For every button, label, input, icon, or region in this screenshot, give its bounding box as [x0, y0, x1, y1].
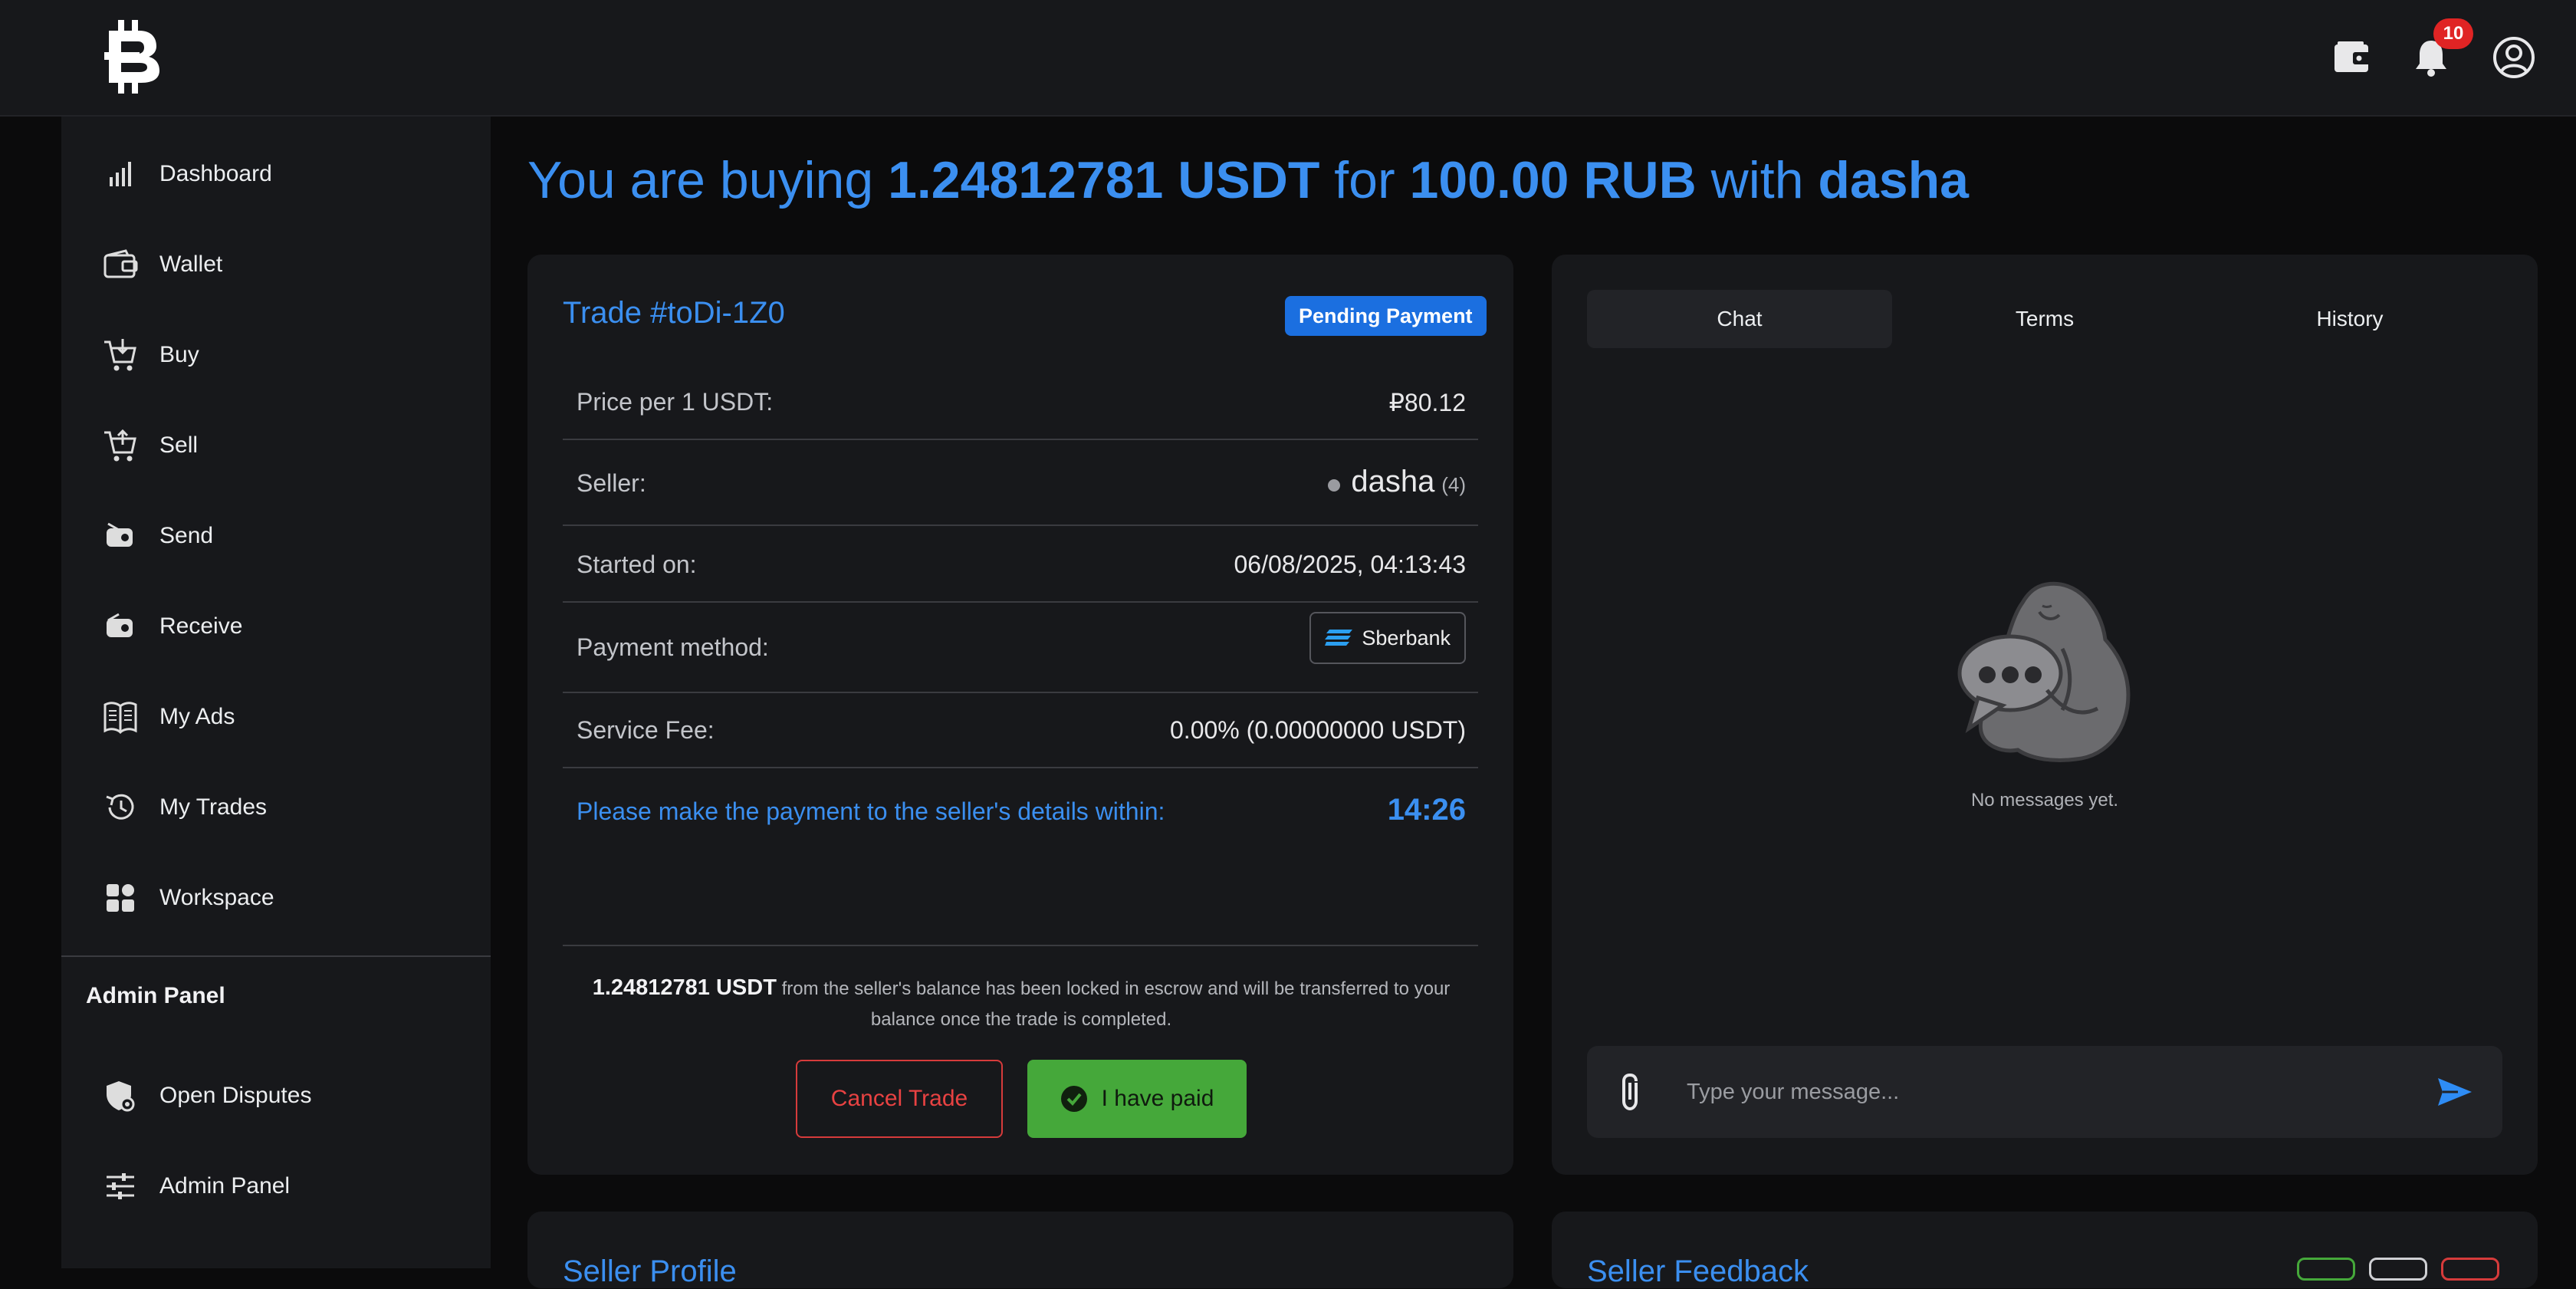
trade-title: Trade #toDi-1Z0 — [563, 296, 785, 330]
account-user-icon[interactable] — [2487, 31, 2541, 84]
sidebar-item-label: Receive — [159, 613, 243, 639]
notifications-count-badge: 10 — [2433, 18, 2473, 49]
admin-panel-heading: Admin Panel — [86, 983, 225, 1008]
sidebar-item-label: Dashboard — [159, 161, 272, 186]
cart-up-icon — [100, 425, 141, 466]
sidebar-item-label: Buy — [159, 342, 199, 367]
seller-value[interactable]: dasha (4) — [1328, 465, 1466, 499]
tab-chat[interactable]: Chat — [1587, 290, 1892, 348]
i-have-paid-button[interactable]: I have paid — [1027, 1060, 1247, 1138]
history-icon — [100, 787, 141, 828]
service-fee-row: Service Fee: 0.00% (0.00000000 USDT) — [563, 693, 1478, 768]
wallet-icon[interactable] — [2326, 31, 2380, 84]
sberbank-logo-icon — [1325, 630, 1353, 646]
heading-crypto-amount: 1.24812781 USDT — [888, 151, 1320, 209]
sidebar-item-label: Workspace — [159, 885, 274, 910]
tab-history[interactable]: History — [2197, 290, 2502, 348]
sidebar-item-buy[interactable]: Buy — [61, 317, 491, 393]
sidebar-item-label: My Ads — [159, 704, 235, 729]
sidebar-item-label: Sell — [159, 432, 199, 458]
started-value: 06/08/2025, 04:13:43 — [1234, 551, 1467, 578]
cancel-trade-button[interactable]: Cancel Trade — [796, 1060, 1003, 1138]
wallet-icon — [100, 244, 141, 285]
sidebar-item-admin-panel[interactable]: Admin Panel — [61, 1148, 491, 1225]
send-money-icon — [100, 515, 141, 557]
send-arrow-icon[interactable] — [2436, 1075, 2473, 1113]
bar-chart-icon — [100, 153, 141, 195]
payment-method-value: Sberbank — [1362, 626, 1451, 649]
shield-gear-icon — [100, 1075, 141, 1116]
price-value: ₽80.12 — [1388, 389, 1466, 416]
price-label: Price per 1 USDT: — [577, 388, 774, 416]
sidebar-item-receive[interactable]: Receive — [61, 588, 491, 665]
sidebar-item-workspace[interactable]: Workspace — [61, 860, 491, 936]
tab-terms[interactable]: Terms — [1892, 290, 2197, 348]
chat-input-bar — [1587, 1046, 2502, 1138]
payment-countdown-label: Please make the payment to the seller's … — [577, 797, 1165, 825]
escrow-text: from the seller's balance has been locke… — [776, 978, 1451, 1030]
i-have-paid-label: I have paid — [1101, 1086, 1214, 1111]
started-label: Started on: — [577, 551, 697, 578]
bitcoin-logo-icon[interactable] — [101, 18, 166, 95]
payment-method-row: Payment method: Sberbank — [563, 603, 1478, 693]
service-fee-value: 0.00% (0.00000000 USDT) — [1170, 716, 1466, 744]
check-circle-icon — [1060, 1086, 1087, 1112]
online-status-dot — [1328, 478, 1341, 492]
sidebar-item-label: My Trades — [159, 794, 268, 820]
page-title: You are buying 1.24812781 USDT for 100.0… — [527, 150, 1969, 210]
price-row: Price per 1 USDT: ₽80.12 — [563, 363, 1478, 440]
service-fee-label: Service Fee: — [577, 716, 715, 744]
feedback-filter-positive[interactable] — [2297, 1258, 2355, 1281]
seller-trade-count: (4) — [1441, 473, 1466, 496]
left-gutter — [0, 117, 61, 1268]
sidebar-item-label: Wallet — [159, 252, 223, 277]
feedback-filter-negative[interactable] — [2441, 1258, 2499, 1281]
receive-money-icon — [100, 606, 141, 647]
chat-message-input[interactable] — [1687, 1069, 2377, 1115]
escrow-divider — [563, 945, 1478, 946]
seller-profile-title: Seller Profile — [563, 1254, 737, 1288]
cart-down-icon — [100, 334, 141, 376]
sidebar-item-label: Send — [159, 523, 214, 548]
chat-tabs: Chat Terms History — [1587, 290, 2502, 348]
heading-for-word: for — [1319, 151, 1410, 209]
seller-name[interactable]: dasha — [1351, 465, 1434, 498]
sidebar-divider — [61, 955, 491, 957]
sidebar-item-my-trades[interactable]: My Trades — [61, 769, 491, 846]
status-badge: Pending Payment — [1285, 296, 1487, 336]
empty-chat-illustration-icon — [1957, 581, 2131, 762]
heading-counterparty: dasha — [1818, 151, 1969, 209]
paperclip-icon[interactable] — [1618, 1072, 1645, 1116]
sidebar-item-open-disputes[interactable]: Open Disputes — [61, 1057, 491, 1134]
heading-prefix: You are buying — [527, 151, 889, 209]
top-bar: 10 — [0, 0, 2576, 117]
sidebar-item-label: Admin Panel — [159, 1173, 291, 1199]
escrow-amount: 1.24812781 USDT — [592, 975, 777, 1000]
payment-method-chip[interactable]: Sberbank — [1309, 612, 1466, 664]
sidebar-item-dashboard[interactable]: Dashboard — [61, 136, 491, 212]
payment-countdown: 14:26 — [1387, 793, 1466, 827]
sidebar-item-wallet[interactable]: Wallet — [61, 226, 491, 303]
started-row: Started on: 06/08/2025, 04:13:43 — [563, 526, 1478, 603]
escrow-notice: 1.24812781 USDT from the seller's balanc… — [583, 972, 1460, 1035]
grid-icon — [100, 877, 141, 919]
book-icon — [100, 696, 141, 738]
sidebar-item-sell[interactable]: Sell — [61, 407, 491, 484]
seller-row: Seller: dasha (4) — [563, 440, 1478, 526]
sidebar-item-label: Open Disputes — [159, 1083, 312, 1108]
sliders-icon — [100, 1166, 141, 1207]
sidebar-item-my-ads[interactable]: My Ads — [61, 679, 491, 755]
empty-chat-text: No messages yet. — [1970, 790, 2119, 811]
seller-feedback-title: Seller Feedback — [1587, 1254, 1809, 1288]
payment-method-label: Payment method: — [577, 633, 769, 661]
feedback-filter-neutral[interactable] — [2369, 1258, 2427, 1281]
seller-label: Seller: — [577, 469, 646, 497]
sidebar: Dashboard Wallet Buy Sell Send Receive M… — [61, 117, 491, 1268]
heading-with-word: with — [1696, 151, 1819, 209]
sidebar-item-send[interactable]: Send — [61, 498, 491, 574]
heading-fiat-amount: 100.00 RUB — [1409, 151, 1697, 209]
